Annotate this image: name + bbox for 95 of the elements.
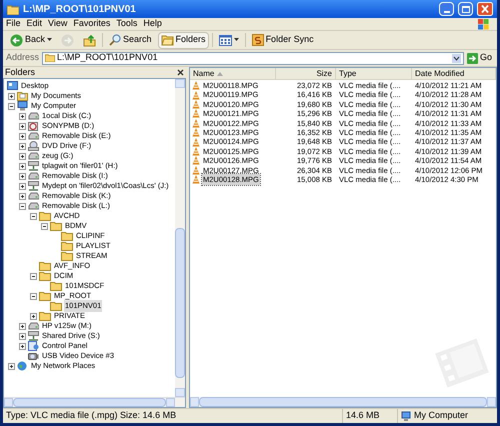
network-drive-icon (28, 331, 39, 341)
folder-icon (39, 311, 51, 321)
expand-icon[interactable] (19, 172, 26, 180)
expand-icon[interactable] (19, 112, 26, 120)
expand-icon[interactable] (19, 142, 26, 150)
collapse-icon[interactable] (19, 202, 26, 210)
folder-icon (61, 251, 73, 261)
column-header[interactable]: Size (276, 68, 336, 79)
column-header[interactable]: Name (190, 68, 276, 79)
back-button[interactable]: Back (7, 32, 56, 48)
expand-icon[interactable] (19, 182, 26, 190)
windows-logo-icon (477, 18, 489, 30)
caret-icon (47, 38, 52, 42)
status-text: Type: VLC media file (.mpg) Size: 14.6 MB (5, 409, 178, 422)
search-button[interactable]: Search (106, 32, 155, 48)
folder-icon (39, 211, 51, 221)
drive-icon (28, 202, 39, 210)
collapse-icon[interactable] (30, 272, 37, 280)
close-button[interactable] (477, 2, 493, 16)
collapse-icon[interactable] (30, 292, 37, 300)
network-drive-icon (28, 181, 39, 191)
grid-view-icon (218, 34, 232, 46)
collapse-icon[interactable] (41, 222, 48, 230)
network-globe-icon (17, 361, 28, 371)
expand-icon[interactable] (19, 162, 26, 170)
go-button[interactable]: Go (466, 51, 494, 65)
folder-icon (39, 261, 51, 271)
expand-icon[interactable] (8, 92, 15, 100)
menu-item[interactable]: Edit (26, 17, 42, 31)
menu-item[interactable]: Help (143, 17, 162, 31)
folder-icon (61, 241, 73, 251)
vertical-scrollbar[interactable] (175, 79, 185, 397)
go-arrow-icon (466, 52, 478, 64)
document-folder-icon (17, 91, 28, 101)
collapse-icon[interactable] (8, 102, 15, 110)
expand-icon[interactable] (30, 312, 37, 320)
expand-icon[interactable] (19, 332, 26, 340)
menu-item[interactable]: File (6, 17, 21, 31)
dropdown-arrow-icon[interactable] (452, 54, 461, 62)
window-title: L:\MP_ROOT\101PNV01 (23, 2, 137, 16)
menu-item[interactable]: Favorites (73, 17, 110, 31)
folder-icon (50, 301, 62, 311)
dvd-drive-icon (28, 141, 39, 151)
address-label: Address (6, 51, 40, 64)
maximize-button[interactable] (458, 2, 473, 16)
expand-icon[interactable] (19, 152, 26, 160)
caret-icon (234, 38, 239, 42)
drive-icon (28, 112, 39, 120)
computer-icon (401, 411, 411, 421)
folder-icon (45, 54, 56, 62)
status-size: 14.6 MB (342, 409, 397, 423)
drive-icon (28, 322, 39, 330)
folder-icon (50, 221, 62, 231)
cd-drive-icon (28, 121, 39, 131)
menu-item[interactable]: View (48, 17, 68, 31)
expand-icon[interactable] (19, 122, 26, 130)
drive-icon (28, 152, 39, 160)
computer-icon (17, 101, 28, 111)
forward-arrow-icon (61, 34, 74, 46)
desktop-icon (7, 81, 18, 91)
folder-icon (160, 34, 174, 46)
sync-button[interactable]: Folder Sync (248, 32, 317, 48)
folder-icon (61, 231, 73, 241)
folder-icon (39, 271, 51, 281)
status-zone: My Computer (414, 409, 468, 422)
sort-arrow-icon (217, 72, 224, 76)
collapse-icon[interactable] (30, 212, 37, 220)
folder-icon (50, 281, 62, 291)
search-icon (109, 34, 122, 46)
address-field[interactable]: L:\MP_ROOT\101PNV01 (42, 52, 464, 64)
folder-icon (7, 4, 19, 14)
expand-icon[interactable] (8, 362, 15, 370)
folders-button[interactable]: Folders (158, 32, 209, 48)
horizontal-scrollbar[interactable] (4, 397, 185, 407)
close-icon[interactable] (177, 69, 184, 76)
folder-icon (39, 291, 51, 301)
control-panel-icon (28, 341, 39, 351)
pane-title: Folders (5, 66, 36, 79)
drive-icon (28, 172, 39, 180)
expand-icon[interactable] (19, 342, 26, 350)
sync-icon (252, 34, 264, 46)
minimize-button[interactable] (439, 2, 454, 16)
drive-icon (28, 132, 39, 140)
folder-up-icon (83, 34, 96, 46)
column-header[interactable]: Type (336, 68, 412, 79)
expand-icon[interactable] (19, 322, 26, 330)
back-arrow-icon (10, 34, 23, 46)
column-header[interactable]: Date Modified (412, 68, 496, 79)
camera-icon (28, 351, 39, 361)
expand-icon[interactable] (19, 192, 26, 200)
network-drive-icon (28, 161, 39, 171)
menu-item[interactable]: Tools (116, 17, 138, 31)
expand-icon[interactable] (19, 132, 26, 140)
horizontal-scrollbar[interactable] (190, 397, 496, 407)
drive-icon (28, 192, 39, 200)
